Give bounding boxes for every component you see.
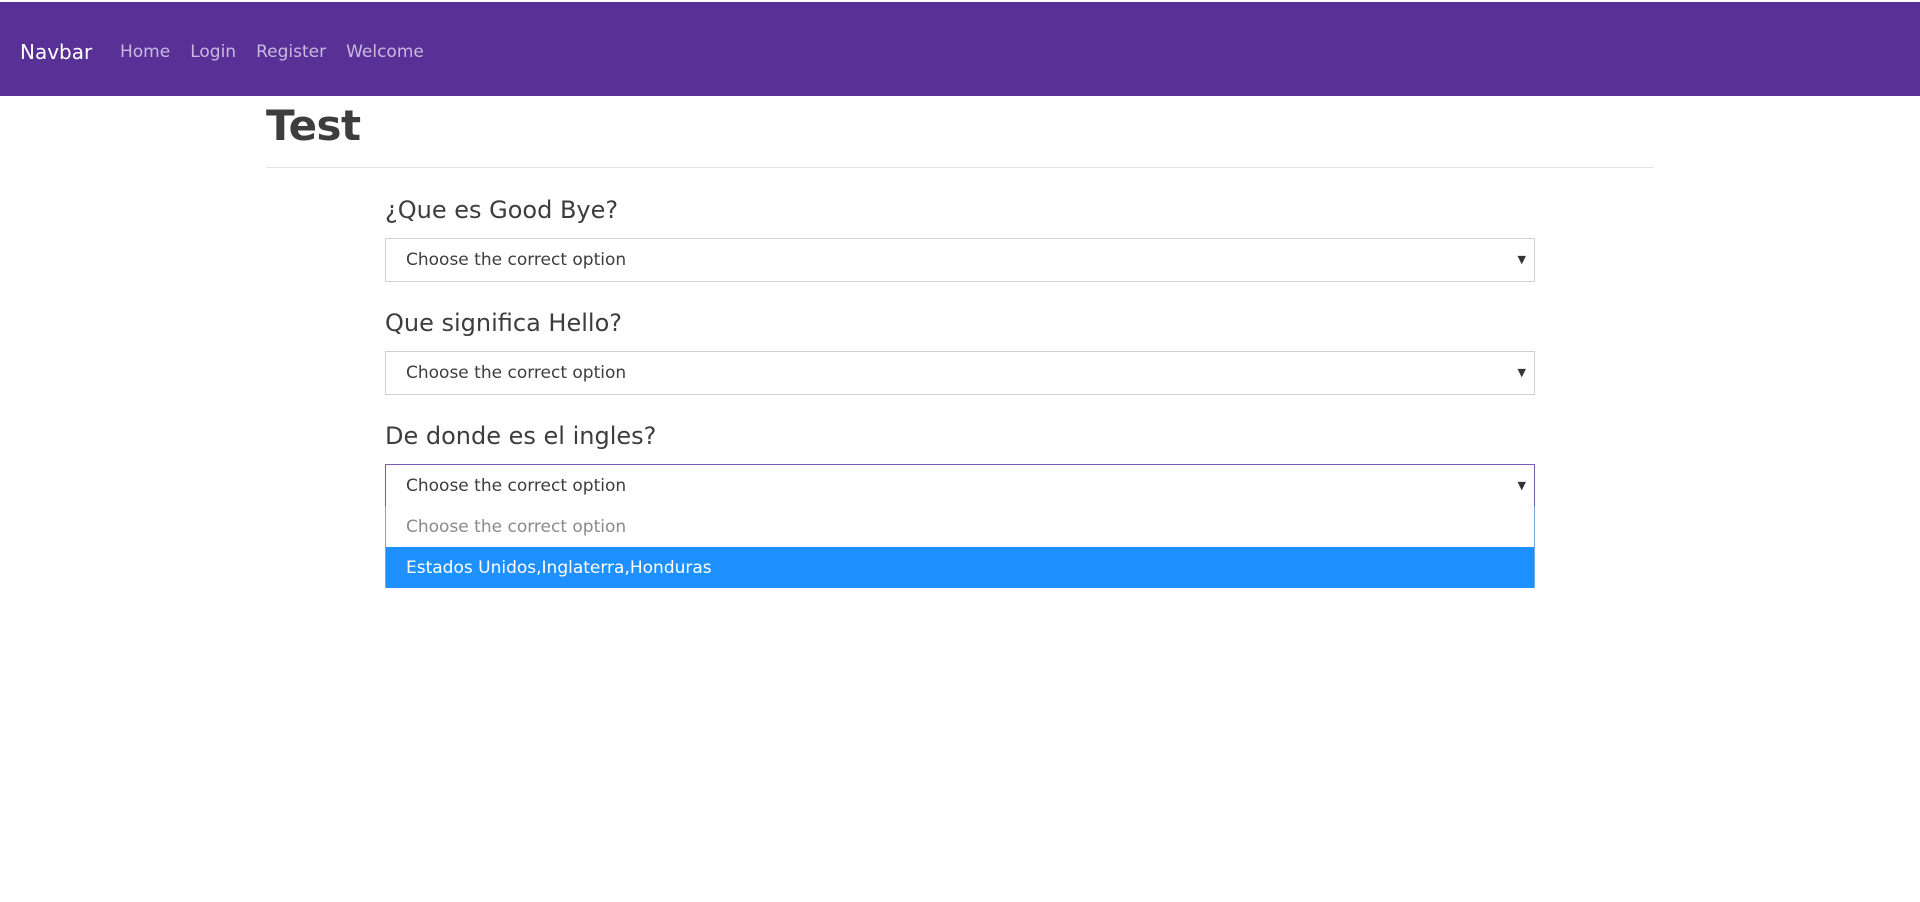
nav-link-login[interactable]: Login	[190, 40, 236, 64]
nav-link-home[interactable]: Home	[120, 40, 170, 64]
chevron-down-icon: ▼	[1517, 253, 1526, 266]
page-title: Test	[266, 101, 361, 150]
question-2-selected-value: Choose the correct option	[406, 363, 627, 383]
question-1-select[interactable]: Choose the correct option ▼	[385, 238, 1535, 282]
question-1-label: ¿Que es Good Bye?	[385, 196, 619, 224]
chevron-down-icon: ▼	[1517, 479, 1526, 492]
nav-links: Home Login Register Welcome	[120, 40, 444, 64]
navbar-brand[interactable]: Navbar	[20, 38, 92, 66]
question-3-dropdown-menu: Choose the correct option Estados Unidos…	[385, 506, 1535, 588]
dropdown-option-placeholder[interactable]: Choose the correct option	[386, 506, 1534, 547]
dropdown-option-estados-unidos[interactable]: Estados Unidos,Inglaterra,Honduras	[386, 547, 1534, 588]
question-1-selected-value: Choose the correct option	[406, 250, 627, 270]
chevron-down-icon: ▼	[1517, 366, 1526, 379]
question-3-label: De donde es el ingles?	[385, 422, 657, 450]
question-3-selected-value: Choose the correct option	[406, 475, 627, 496]
title-divider	[266, 167, 1654, 168]
top-navbar: Navbar Home Login Register Welcome	[0, 2, 1920, 96]
nav-link-register[interactable]: Register	[256, 40, 326, 64]
question-2-label: Que significa Hello?	[385, 309, 622, 337]
question-3-select[interactable]: Choose the correct option ▼	[385, 464, 1535, 508]
nav-link-welcome[interactable]: Welcome	[346, 40, 424, 64]
question-2-select[interactable]: Choose the correct option ▼	[385, 351, 1535, 395]
